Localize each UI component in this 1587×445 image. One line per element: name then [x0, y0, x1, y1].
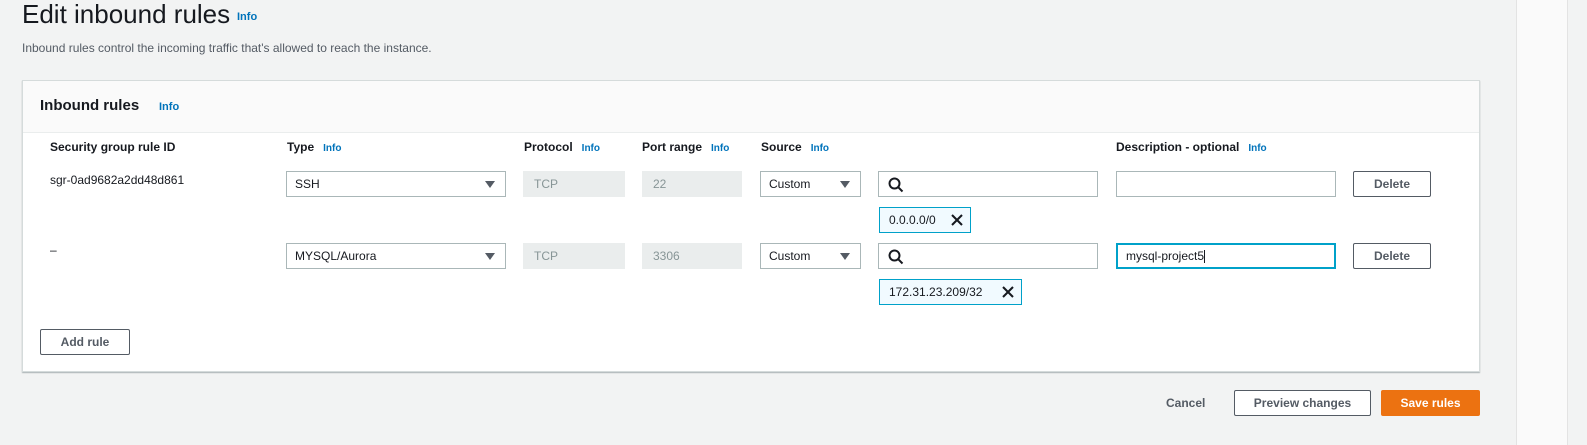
- source-type-value: Custom: [769, 177, 811, 191]
- source-type-select[interactable]: Custom: [760, 243, 861, 269]
- rule-id: sgr-0ad9682a2dd48d861: [50, 173, 185, 187]
- column-label: Security group rule ID: [50, 140, 176, 154]
- type-select-value: SSH: [295, 177, 320, 191]
- rule-id: –: [50, 243, 57, 257]
- source-info-link[interactable]: Info: [811, 143, 829, 154]
- column-header-protocol: Protocol Info: [524, 140, 600, 154]
- description-input[interactable]: mysql-project5: [1116, 243, 1336, 269]
- protocol-info-link[interactable]: Info: [582, 143, 600, 154]
- source-token-label: 0.0.0.0/0: [889, 213, 936, 227]
- protocol-field: TCP: [523, 171, 625, 197]
- caret-down-icon: [485, 253, 495, 260]
- port-range-field: 22: [642, 171, 742, 197]
- page-info-link[interactable]: Info: [237, 11, 257, 23]
- page-description: Inbound rules control the incoming traff…: [22, 41, 432, 55]
- add-rule-button[interactable]: Add rule: [40, 329, 130, 355]
- column-label: Type: [287, 140, 315, 154]
- cancel-button[interactable]: Cancel: [1166, 396, 1205, 410]
- port-range-info-link[interactable]: Info: [711, 143, 729, 154]
- type-select[interactable]: SSH: [286, 171, 506, 197]
- close-icon[interactable]: [950, 213, 964, 227]
- column-label: Description - optional: [1116, 140, 1240, 154]
- source-token: 0.0.0.0/0: [879, 207, 971, 233]
- panel-info-link[interactable]: Info: [159, 101, 179, 113]
- text-cursor: [1204, 250, 1206, 264]
- column-label: Port range: [642, 140, 703, 154]
- column-header-type: Type Info: [287, 140, 341, 154]
- protocol-field: TCP: [523, 243, 625, 269]
- scrollbar[interactable]: [1516, 0, 1568, 445]
- panel-title: Inbound rules: [40, 97, 140, 114]
- save-rules-button[interactable]: Save rules: [1381, 390, 1480, 416]
- page-title: Edit inbound rules: [22, 0, 231, 29]
- port-range-field: 3306: [642, 243, 742, 269]
- source-search-input[interactable]: [878, 243, 1098, 269]
- search-icon: [888, 177, 904, 193]
- source-type-value: Custom: [769, 249, 811, 263]
- column-header-port-range: Port range Info: [642, 140, 729, 154]
- description-input[interactable]: [1116, 171, 1336, 197]
- column-label: Protocol: [524, 140, 573, 154]
- caret-down-icon: [840, 181, 850, 188]
- source-search-input[interactable]: [878, 171, 1098, 197]
- type-select-value: MYSQL/Aurora: [295, 249, 377, 263]
- column-label: Source: [761, 140, 802, 154]
- caret-down-icon: [485, 181, 495, 188]
- source-token-label: 172.31.23.209/32: [889, 285, 983, 299]
- panel-header: Inbound rules Info: [23, 81, 1479, 133]
- column-header-source: Source Info: [761, 140, 829, 154]
- column-header-description: Description - optional Info: [1116, 140, 1267, 154]
- inbound-rules-panel: Inbound rules Info Security group rule I…: [22, 80, 1480, 372]
- close-icon[interactable]: [1001, 285, 1015, 299]
- preview-changes-button[interactable]: Preview changes: [1234, 390, 1371, 416]
- source-token: 172.31.23.209/32: [879, 279, 1022, 305]
- column-header-rule-id: Security group rule ID: [50, 140, 175, 154]
- description-info-link[interactable]: Info: [1248, 143, 1266, 154]
- description-input-value: mysql-project5: [1126, 249, 1205, 263]
- delete-rule-button[interactable]: Delete: [1353, 243, 1431, 269]
- delete-rule-button[interactable]: Delete: [1353, 171, 1431, 197]
- source-type-select[interactable]: Custom: [760, 171, 861, 197]
- type-select[interactable]: MYSQL/Aurora: [286, 243, 506, 269]
- search-icon: [888, 249, 904, 265]
- type-info-link[interactable]: Info: [323, 143, 341, 154]
- caret-down-icon: [840, 253, 850, 260]
